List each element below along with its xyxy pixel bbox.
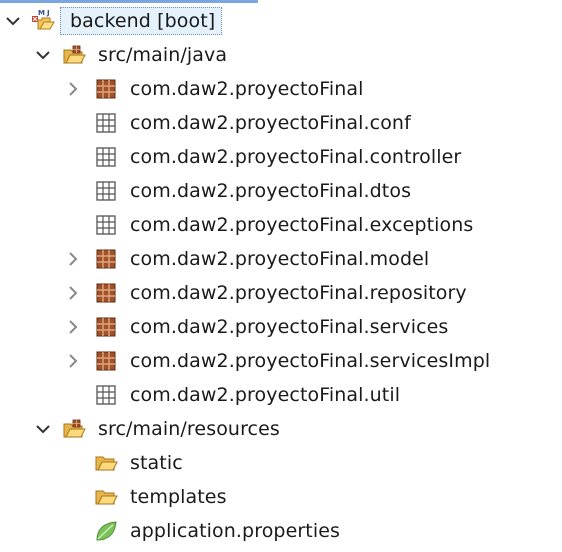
svg-text:J: J xyxy=(46,9,50,17)
maven-project-icon: M J xyxy=(32,9,55,30)
package-icon xyxy=(96,283,116,303)
empty-package-icon xyxy=(96,113,116,133)
tree-item-project[interactable]: M J backend [boot] xyxy=(0,4,562,38)
tree-item-src-main-resources[interactable]: src/main/resources xyxy=(0,412,562,446)
package-icon xyxy=(96,351,116,371)
leaf-icon xyxy=(96,521,117,541)
chevron-right-icon[interactable] xyxy=(64,284,82,302)
folder-label: templates xyxy=(130,486,227,508)
package-label: com.daw2.proyectoFinal xyxy=(130,78,364,100)
tree-item-package[interactable]: com.daw2.proyectoFinal.conf xyxy=(0,106,562,140)
chevron-down-icon[interactable] xyxy=(34,46,52,64)
folder-icon xyxy=(95,490,118,505)
package-label: com.daw2.proyectoFinal.servicesImpl xyxy=(130,350,491,372)
package-label: com.daw2.proyectoFinal.conf xyxy=(130,112,411,134)
selection-accent-bar xyxy=(0,0,258,3)
chevron-right-icon[interactable] xyxy=(64,352,82,370)
package-icon xyxy=(96,79,116,99)
project-label: backend [boot] xyxy=(70,10,216,32)
tree-item-package[interactable]: com.daw2.proyectoFinal xyxy=(0,72,562,106)
tree-item-folder-static[interactable]: static xyxy=(0,446,562,480)
source-folder-icon xyxy=(63,419,86,438)
tree-item-package[interactable]: com.daw2.proyectoFinal.dtos xyxy=(0,174,562,208)
package-label: com.daw2.proyectoFinal.repository xyxy=(130,282,467,304)
tree-item-package[interactable]: com.daw2.proyectoFinal.services xyxy=(0,310,562,344)
tree-item-folder-templates[interactable]: templates xyxy=(0,480,562,514)
package-label: com.daw2.proyectoFinal.util xyxy=(130,384,401,406)
tree-item-package[interactable]: com.daw2.proyectoFinal.repository xyxy=(0,276,562,310)
chevron-down-icon[interactable] xyxy=(4,12,22,30)
package-label: com.daw2.proyectoFinal.exceptions xyxy=(130,214,474,236)
file-label: application.properties xyxy=(130,520,341,542)
tree-item-package[interactable]: com.daw2.proyectoFinal.controller xyxy=(0,140,562,174)
source-folder-icon xyxy=(63,45,86,64)
project-explorer-tree: M J backend [boot] src/main/java com.daw… xyxy=(0,4,562,548)
package-icon xyxy=(96,317,116,337)
chevron-right-icon[interactable] xyxy=(64,80,82,98)
tree-item-package[interactable]: com.daw2.proyectoFinal.model xyxy=(0,242,562,276)
tree-item-src-main-java[interactable]: src/main/java xyxy=(0,38,562,72)
package-icon xyxy=(96,249,116,269)
empty-package-icon xyxy=(96,147,116,167)
source-folder-label: src/main/resources xyxy=(98,418,280,440)
tree-item-application-properties[interactable]: application.properties xyxy=(0,514,562,548)
source-folder-label: src/main/java xyxy=(98,44,228,66)
folder-icon xyxy=(95,456,118,471)
empty-package-icon xyxy=(96,385,116,405)
package-label: com.daw2.proyectoFinal.services xyxy=(130,316,449,338)
tree-item-package[interactable]: com.daw2.proyectoFinal.exceptions xyxy=(0,208,562,242)
package-label: com.daw2.proyectoFinal.model xyxy=(130,248,430,270)
chevron-right-icon[interactable] xyxy=(64,318,82,336)
folder-label: static xyxy=(130,452,183,474)
empty-package-icon xyxy=(96,181,116,201)
tree-item-package[interactable]: com.daw2.proyectoFinal.util xyxy=(0,378,562,412)
tree-item-package[interactable]: com.daw2.proyectoFinal.servicesImpl xyxy=(0,344,562,378)
package-label: com.daw2.proyectoFinal.dtos xyxy=(130,180,412,202)
chevron-right-icon[interactable] xyxy=(64,250,82,268)
svg-text:M: M xyxy=(38,9,45,17)
empty-package-icon xyxy=(96,215,116,235)
chevron-down-icon[interactable] xyxy=(34,420,52,438)
package-label: com.daw2.proyectoFinal.controller xyxy=(130,146,462,168)
